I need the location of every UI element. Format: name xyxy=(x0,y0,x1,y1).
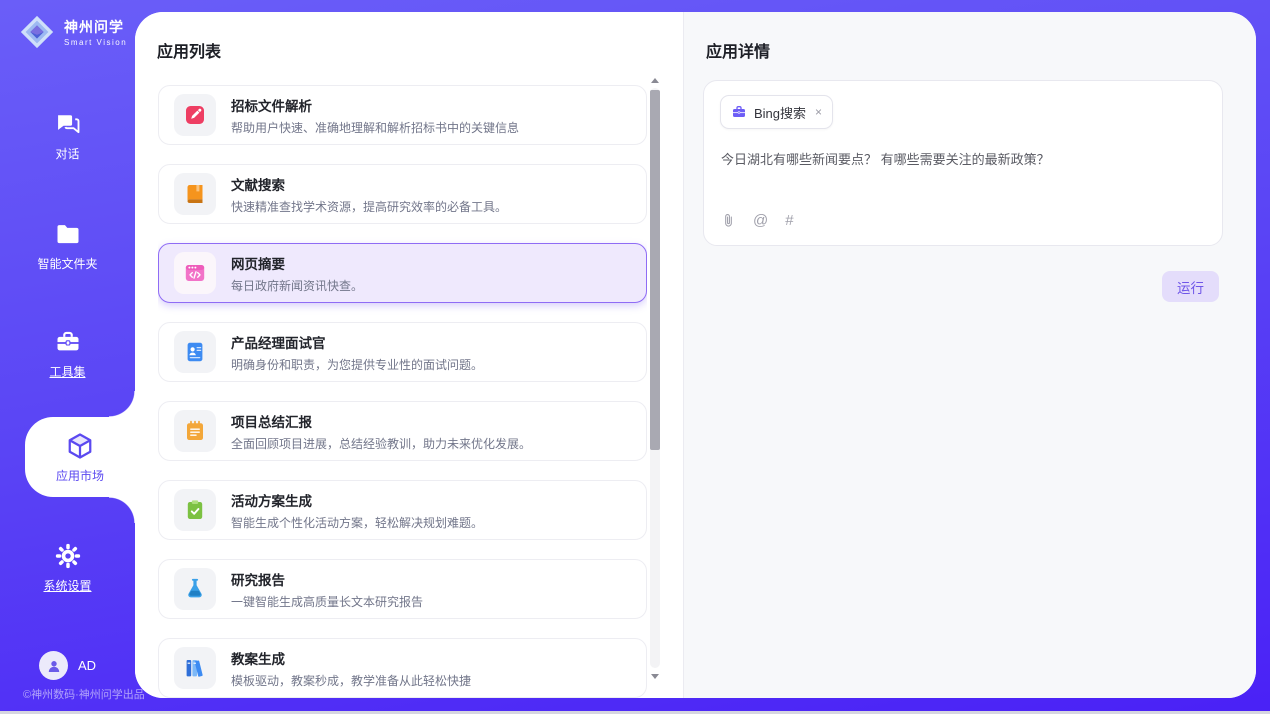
sidebar-item-label: 工具集 xyxy=(49,363,85,380)
app-card-icon xyxy=(174,94,216,136)
app-card-desc: 快速精准查找学术资源，提高研究效率的必备工具。 xyxy=(231,198,507,215)
sidebar-nav: 对话 智能文件夹 工具集 应用市场 系统设置 xyxy=(0,0,135,714)
sidebar-item-icon xyxy=(54,328,82,356)
app-card-desc: 智能生成个性化活动方案，轻松解决规划难题。 xyxy=(231,514,483,531)
composer-toolbar: @ # xyxy=(721,212,794,229)
app-card-title: 网页摘要 xyxy=(231,253,363,273)
app-card-icon xyxy=(174,410,216,452)
app-detail-title: 应用详情 xyxy=(706,38,770,62)
run-button[interactable]: 运行 xyxy=(1162,271,1219,302)
sidebar-item-toolbox[interactable]: 工具集 xyxy=(0,328,135,380)
sidebar-item-icon xyxy=(54,220,82,248)
app-card-title: 产品经理面试官 xyxy=(231,332,483,352)
app-card-icon xyxy=(174,568,216,610)
app-detail-panel: 应用详情 Bing搜索 × 今日湖北有哪些新闻要点？ 有哪些需要关注的最新政策？ xyxy=(683,12,1256,698)
app-card-title: 教案生成 xyxy=(231,648,471,668)
sidebar-item-gear[interactable]: 系统设置 xyxy=(0,542,135,594)
sidebar-item-icon xyxy=(54,110,82,138)
app-card-title: 项目总结汇报 xyxy=(231,411,531,431)
avatar xyxy=(39,651,68,680)
sidebar-item-icon xyxy=(54,542,82,570)
prompt-input[interactable]: Bing搜索 × 今日湖北有哪些新闻要点？ 有哪些需要关注的最新政策？ @ # xyxy=(703,80,1223,246)
topic-icon[interactable]: # xyxy=(785,213,793,228)
app-card-icon xyxy=(174,489,216,531)
app-card-plan[interactable]: 活动方案生成 智能生成个性化活动方案，轻松解决规划难题。 xyxy=(158,480,647,540)
sidebar: 神州问学 Smart Vision 对话 智能文件夹 工具集 应用市场 系统设置… xyxy=(0,0,135,714)
app-card-research[interactable]: 研究报告 一键智能生成高质量长文本研究报告 xyxy=(158,559,647,619)
app-card-icon xyxy=(174,173,216,215)
copyright-footer: ©神州数码·神州问学出品 xyxy=(23,686,145,702)
sidebar-item-label: 智能文件夹 xyxy=(37,255,97,272)
user-account[interactable]: AD xyxy=(39,651,96,680)
app-card-title: 招标文件解析 xyxy=(231,95,519,115)
sidebar-item-label: 应用市场 xyxy=(56,467,104,484)
mention-icon[interactable]: @ xyxy=(753,213,768,228)
app-card-interview[interactable]: 产品经理面试官 明确身份和职责，为您提供专业性的面试问题。 xyxy=(158,322,647,382)
scrollbar[interactable] xyxy=(649,74,661,682)
app-card-book[interactable]: 文献搜索 快速精准查找学术资源，提高研究效率的必备工具。 xyxy=(158,164,647,224)
app-card-title: 活动方案生成 xyxy=(231,490,483,510)
sidebar-item-cube[interactable]: 应用市场 xyxy=(25,417,135,497)
app-card-desc: 一键智能生成高质量长文本研究报告 xyxy=(231,593,423,610)
sidebar-item-label: 对话 xyxy=(55,145,79,162)
app-card-desc: 全面回顾项目进展，总结经验教训，助力未来优化发展。 xyxy=(231,435,531,452)
app-card-report[interactable]: 项目总结汇报 全面回顾项目进展，总结经验教训，助力未来优化发展。 xyxy=(158,401,647,461)
tool-tag-bing[interactable]: Bing搜索 × xyxy=(720,95,833,129)
sidebar-item-chat[interactable]: 对话 xyxy=(0,110,135,162)
sidebar-item-icon xyxy=(65,431,95,461)
sidebar-item-label: 系统设置 xyxy=(43,577,91,594)
app-card-title: 研究报告 xyxy=(231,569,423,589)
app-card-icon xyxy=(174,331,216,373)
scrollbar-thumb[interactable] xyxy=(650,90,660,450)
app-card-list: 招标文件解析 帮助用户快速、准确地理解和解析招标书中的关键信息 文献搜索 快速精… xyxy=(158,85,647,698)
app-card-web-summary[interactable]: 网页摘要 每日政府新闻资讯快查。 xyxy=(158,243,647,303)
app-card-desc: 模板驱动，教案秒成，教学准备从此轻松快捷 xyxy=(231,672,471,689)
scroll-down-icon[interactable] xyxy=(649,670,661,682)
app-card-title: 文献搜索 xyxy=(231,174,507,194)
scroll-up-icon[interactable] xyxy=(649,74,661,86)
app-card-desc: 帮助用户快速、准确地理解和解析招标书中的关键信息 xyxy=(231,119,519,136)
prompt-text[interactable]: 今日湖北有哪些新闻要点？ 有哪些需要关注的最新政策？ xyxy=(721,151,1206,169)
close-icon[interactable]: × xyxy=(813,105,822,119)
app-list-panel: 应用列表 招标文件解析 帮助用户快速、准确地理解和解析招标书中的关键信息 文献搜… xyxy=(135,12,683,698)
attachment-icon[interactable] xyxy=(721,212,736,229)
app-card-lesson[interactable]: 教案生成 模板驱动，教案秒成，教学准备从此轻松快捷 xyxy=(158,638,647,698)
main-content: 应用列表 招标文件解析 帮助用户快速、准确地理解和解析招标书中的关键信息 文献搜… xyxy=(135,12,1256,698)
user-initials: AD xyxy=(78,658,96,673)
app-card-desc: 明确身份和职责，为您提供专业性的面试问题。 xyxy=(231,356,483,373)
app-card-desc: 每日政府新闻资讯快查。 xyxy=(231,277,363,294)
app-card-icon xyxy=(174,647,216,689)
briefcase-icon xyxy=(731,104,747,120)
sidebar-item-folder[interactable]: 智能文件夹 xyxy=(0,220,135,272)
app-list-title: 应用列表 xyxy=(157,38,221,62)
app-card-bid-edit[interactable]: 招标文件解析 帮助用户快速、准确地理解和解析招标书中的关键信息 xyxy=(158,85,647,145)
app-card-icon xyxy=(174,252,216,294)
tool-tag-label: Bing搜索 xyxy=(754,103,806,122)
